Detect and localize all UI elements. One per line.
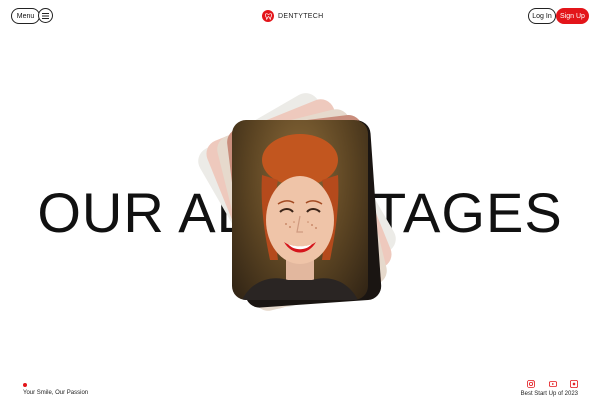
tooth-logo-icon	[262, 10, 274, 22]
hamburger-icon	[42, 12, 49, 19]
footer-tagline: Your Smile, Our Passion	[23, 390, 89, 396]
award-text: Best Start Up of 2023	[520, 391, 578, 397]
brand-name: DENTYTECH	[278, 12, 324, 20]
brand[interactable]: DENTYTECH	[262, 8, 323, 24]
signup-label: Sign Up	[560, 13, 585, 20]
login-label: Log In	[532, 13, 552, 20]
social-icon[interactable]	[570, 380, 578, 388]
menu-button[interactable]: Menu	[11, 8, 40, 24]
smiling-woman-photo	[232, 120, 368, 300]
menu-label: Menu	[16, 13, 35, 20]
menu-toggle-button[interactable]	[38, 8, 53, 23]
indicator-dot	[23, 383, 27, 387]
login-button[interactable]: Log In	[528, 8, 556, 24]
instagram-icon[interactable]	[527, 380, 535, 388]
youtube-icon[interactable]	[549, 380, 557, 388]
signup-button[interactable]: Sign Up	[556, 8, 589, 24]
